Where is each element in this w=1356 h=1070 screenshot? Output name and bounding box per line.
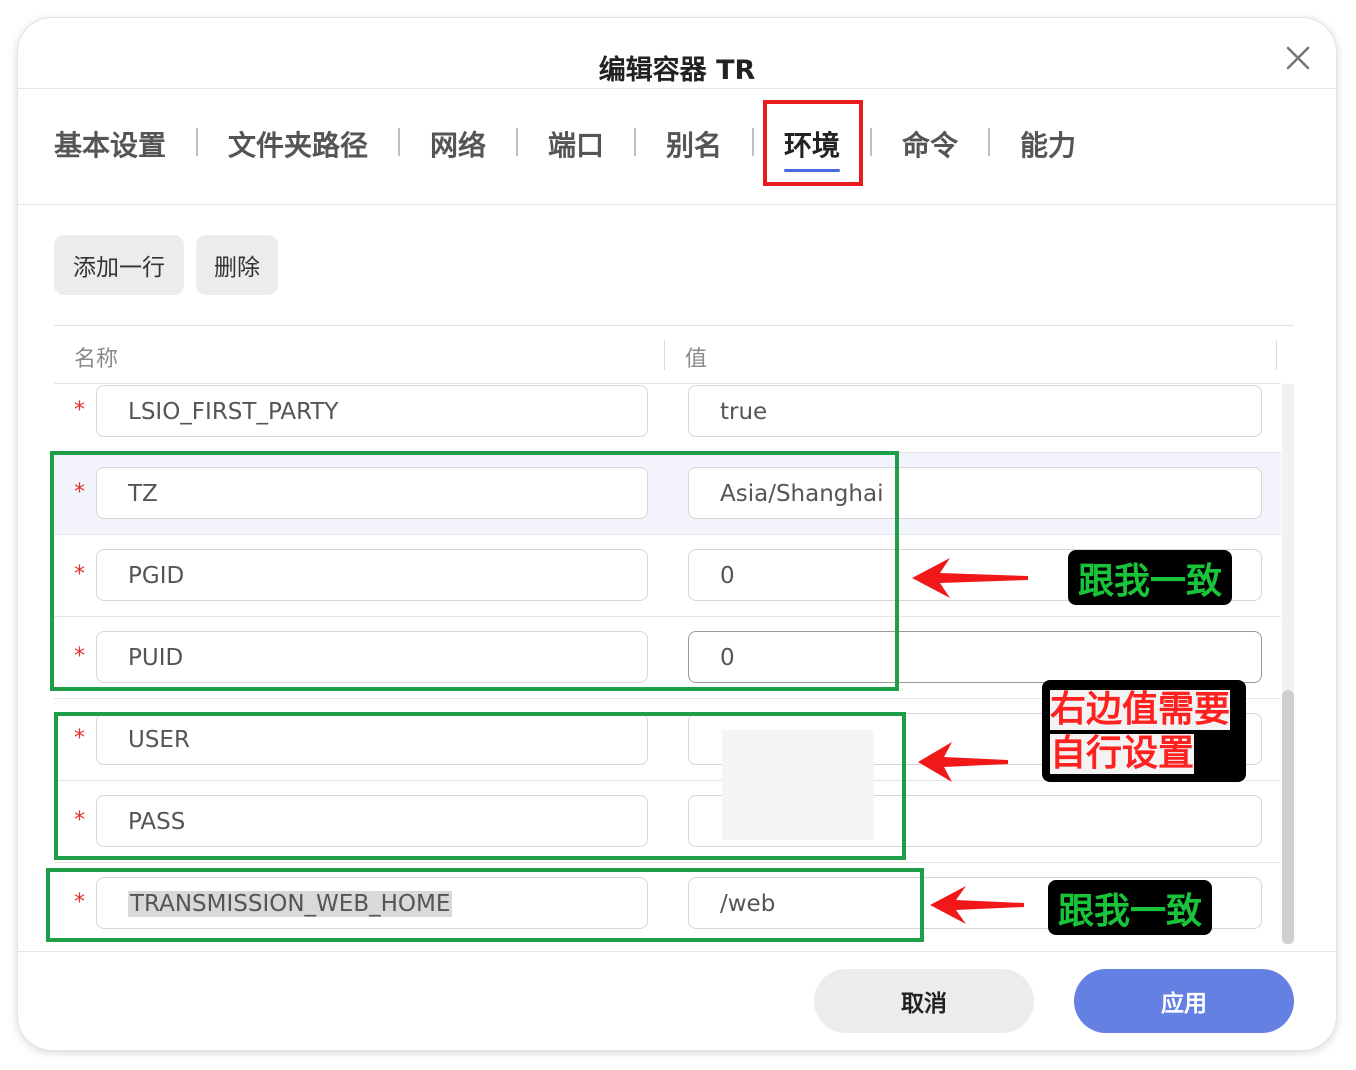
tab-separator <box>870 128 872 156</box>
annotation-box <box>46 868 924 942</box>
dialog-title: 编辑容器 TR <box>598 55 756 86</box>
edit-container-dialog: 编辑容器 TR 基本设置 文件夹路径 网络 端口 别名 环境 命令 能力 添加一… <box>18 18 1336 1050</box>
header-bottom-border <box>54 383 1281 384</box>
annotation-text-line: 自行设置 <box>1050 733 1195 774</box>
tab-separator <box>988 128 990 156</box>
footer-divider <box>18 951 1336 952</box>
scrollbar-thumb[interactable] <box>1282 690 1294 944</box>
cancel-button[interactable]: 取消 <box>814 969 1034 1033</box>
annotation-label: 跟我一致 <box>1048 880 1212 935</box>
tab-separator <box>752 128 754 156</box>
table-top-border <box>54 325 1294 326</box>
env-name-text: LSIO_FIRST_PARTY <box>128 399 339 425</box>
tab-capabilities[interactable]: 能力 <box>1020 124 1076 164</box>
arrow-left-icon <box>930 886 1024 924</box>
tab-ports[interactable]: 端口 <box>548 124 604 164</box>
column-header-name: 名称 <box>74 347 119 372</box>
tab-separator <box>398 128 400 156</box>
column-header-value: 值 <box>685 347 708 372</box>
annotation-highlight-box <box>763 100 863 186</box>
required-icon: * <box>74 398 85 423</box>
close-icon[interactable] <box>1284 44 1312 72</box>
column-separator <box>664 340 665 370</box>
tab-separator <box>196 128 198 156</box>
arrow-left-icon <box>912 558 1028 598</box>
tabs-divider <box>18 204 1336 205</box>
add-row-button[interactable]: 添加一行 <box>54 235 184 295</box>
column-separator <box>1276 340 1277 370</box>
annotation-box <box>54 712 906 860</box>
tab-network[interactable]: 网络 <box>430 124 486 164</box>
env-value-text: true <box>720 399 768 425</box>
tab-separator <box>516 128 518 156</box>
tab-folder-paths[interactable]: 文件夹路径 <box>228 124 368 164</box>
apply-button[interactable]: 应用 <box>1074 969 1294 1033</box>
delete-button[interactable]: 删除 <box>196 235 278 295</box>
tab-alias[interactable]: 别名 <box>666 124 722 164</box>
header-divider <box>18 88 1336 89</box>
annotation-label: 右边值需要 自行设置 <box>1042 680 1246 782</box>
annotation-box <box>50 451 899 691</box>
tab-separator <box>634 128 636 156</box>
tab-command[interactable]: 命令 <box>902 124 958 164</box>
tab-basic-settings[interactable]: 基本设置 <box>54 124 166 164</box>
row-divider <box>54 862 1281 863</box>
annotation-label: 跟我一致 <box>1068 550 1232 605</box>
env-name-input[interactable]: LSIO_FIRST_PARTY <box>96 385 648 437</box>
annotation-text-line: 右边值需要 <box>1050 689 1231 730</box>
arrow-left-icon <box>918 742 1008 782</box>
env-value-input[interactable]: true <box>688 385 1262 437</box>
